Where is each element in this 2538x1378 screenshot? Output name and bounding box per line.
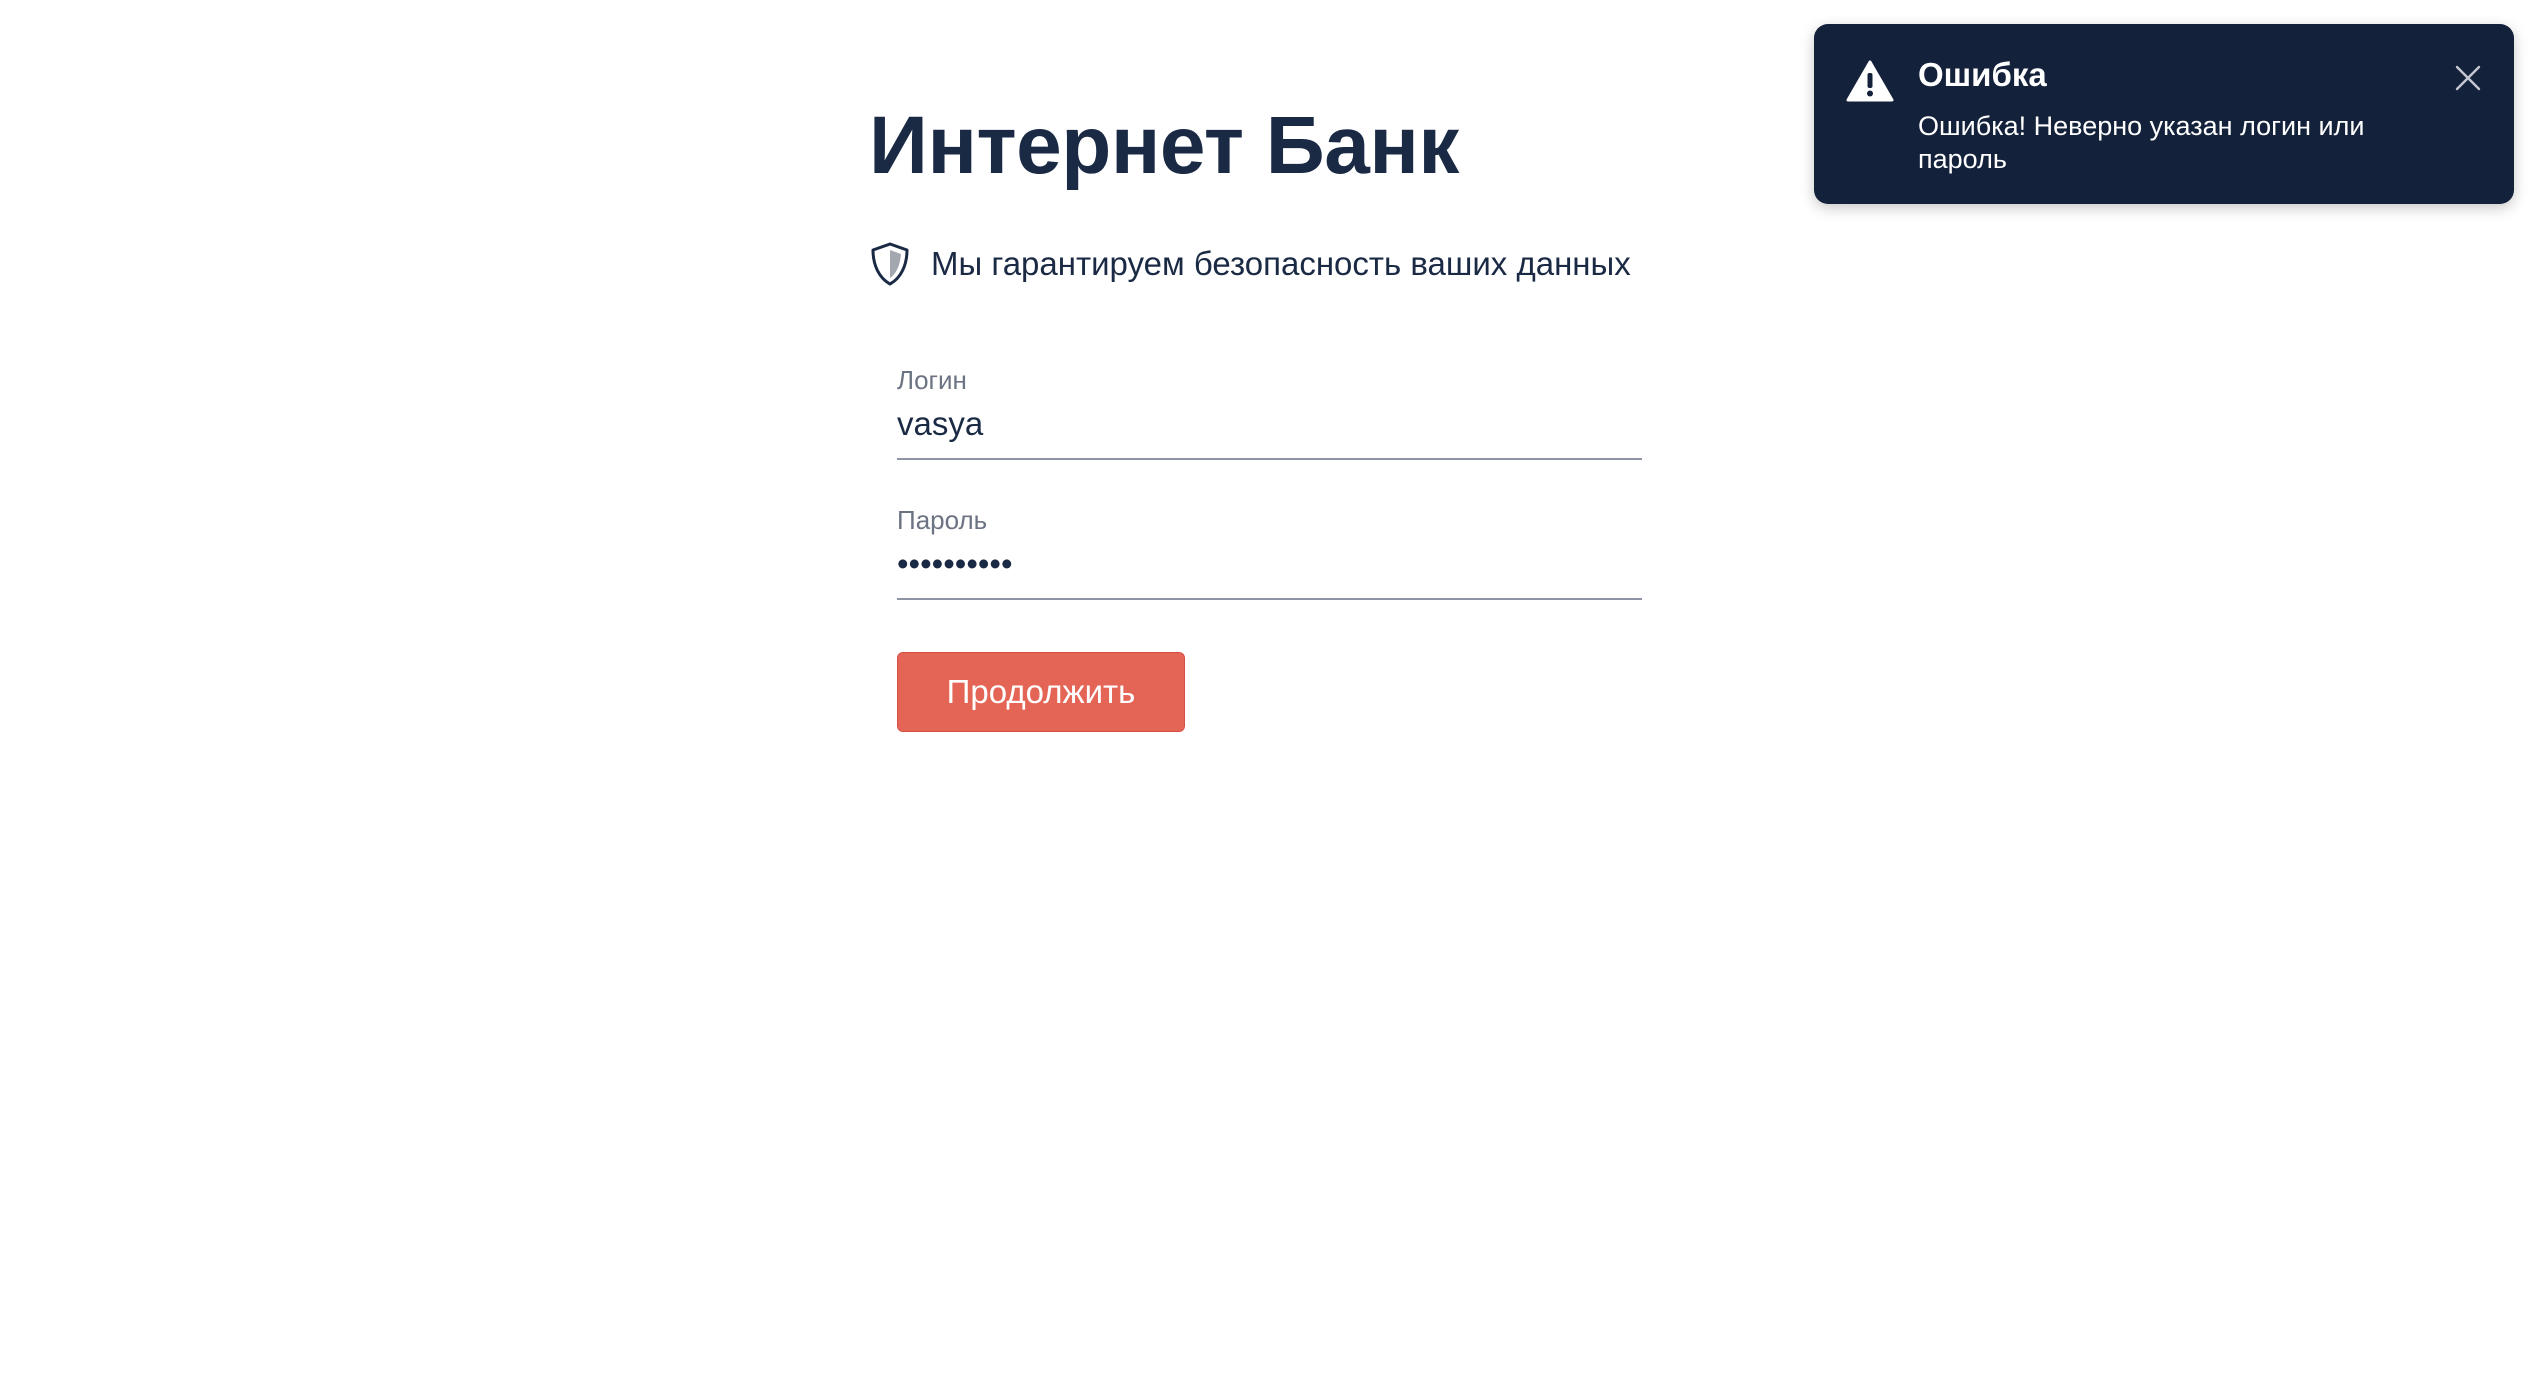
login-input[interactable]	[897, 398, 1642, 460]
error-toast: Ошибка Ошибка! Неверно указан логин или …	[1814, 24, 2514, 204]
login-label: Логин	[897, 365, 967, 395]
continue-button[interactable]: Продолжить	[897, 652, 1185, 732]
security-note: Мы гарантируем безопасность ваших данных	[869, 240, 1631, 288]
password-input[interactable]	[897, 538, 1642, 600]
login-form: Интернет Банк Мы гарантируем безопасност…	[869, 94, 1649, 732]
toast-close-button[interactable]	[2448, 58, 2488, 98]
password-label: Пароль	[897, 505, 988, 535]
login-field: Логин	[897, 364, 1642, 460]
warning-icon	[1846, 60, 1894, 102]
password-field: Пароль	[897, 504, 1642, 600]
page-title: Интернет Банк	[869, 100, 1459, 191]
toast-message: Ошибка! Неверно указан логин или пароль	[1918, 111, 2365, 174]
close-icon	[2455, 65, 2481, 91]
shield-icon	[871, 242, 909, 286]
page: Интернет Банк Мы гарантируем безопасност…	[0, 0, 2538, 1378]
toast-title: Ошибка	[1918, 56, 2047, 93]
security-note-text: Мы гарантируем безопасность ваших данных	[931, 245, 1631, 282]
